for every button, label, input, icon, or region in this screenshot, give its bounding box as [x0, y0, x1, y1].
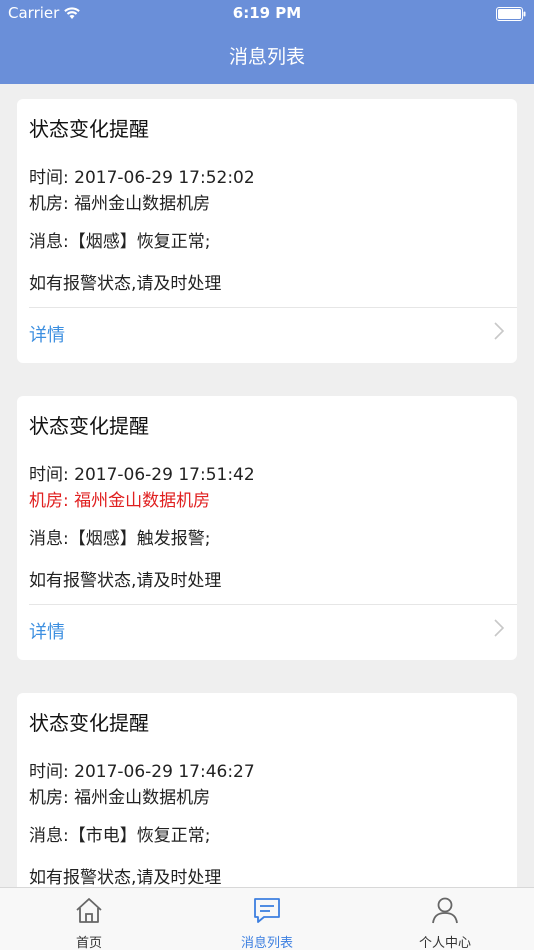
clock: 6:19 PM	[232, 4, 302, 22]
message-card[interactable]: 状态变化提醒 时间: 2017-06-29 17:52:02 机房: 福州金山数据机…	[17, 99, 517, 363]
message-label: 消息:	[29, 826, 69, 846]
message-content-row: 消息:【市电】恢复正常;	[29, 821, 210, 846]
status-bar: Carrier 6:19 PM	[0, 0, 534, 28]
message-room-row: 机房: 福州金山数据机房	[29, 486, 210, 511]
message-card[interactable]: 状态变化提醒 时间: 2017-06-29 17:46:27 机房: 福州金山数据机…	[17, 693, 517, 887]
battery-icon	[496, 7, 526, 21]
message-room-row: 机房: 福州金山数据机房	[29, 783, 210, 808]
detail-link[interactable]: 详情	[29, 618, 65, 644]
room-label: 机房:	[29, 491, 69, 511]
tab-profile[interactable]: 个人中心	[356, 888, 534, 950]
top-bar: Carrier 6:19 PM 消息列表	[0, 0, 534, 84]
message-time-row: 时间: 2017-06-29 17:46:27	[29, 757, 255, 782]
tab-home[interactable]: 首页	[0, 888, 178, 950]
chevron-right-icon[interactable]	[493, 321, 505, 341]
card-divider	[29, 604, 517, 605]
tab-home-label: 首页	[75, 936, 102, 950]
message-content-row: 消息:【烟感】触发报警;	[29, 524, 210, 549]
home-icon	[76, 898, 102, 923]
message-label: 消息:	[29, 232, 69, 252]
detail-link[interactable]: 详情	[29, 321, 65, 347]
message-content-row: 消息:【烟感】恢复正常;	[29, 227, 210, 252]
time-label: 时间:	[29, 168, 69, 188]
message-label: 消息:	[29, 529, 69, 549]
time-value: 2017-06-29 17:52:02	[74, 168, 255, 188]
message-time-row: 时间: 2017-06-29 17:51:42	[29, 460, 255, 485]
chevron-right-icon[interactable]	[493, 618, 505, 638]
message-title: 状态变化提醒	[29, 414, 149, 438]
tab-messages[interactable]: 消息列表	[178, 888, 356, 950]
message-notice: 如有报警状态,请及时处理	[29, 868, 222, 887]
message-list[interactable]: 状态变化提醒 时间: 2017-06-29 17:52:02 机房: 福州金山数据机…	[0, 84, 534, 887]
time-value: 2017-06-29 17:51:42	[74, 465, 255, 485]
message-card[interactable]: 状态变化提醒 时间: 2017-06-29 17:51:42 机房: 福州金山数据机…	[17, 396, 517, 660]
card-divider	[29, 307, 517, 308]
message-value: 【市电】恢复正常;	[68, 826, 211, 846]
message-value: 【烟感】恢复正常;	[68, 232, 211, 252]
message-room-row: 机房: 福州金山数据机房	[29, 189, 210, 214]
message-title: 状态变化提醒	[29, 117, 149, 141]
screen: Carrier 6:19 PM 消息列表 状态变化提醒 时间: 2017-06-2…	[0, 0, 534, 950]
page-title: 消息列表	[228, 46, 305, 68]
user-icon	[432, 897, 458, 924]
tab-bar: 首页 消息列表 个人中心	[0, 887, 534, 950]
message-title: 状态变化提醒	[29, 711, 149, 735]
message-icon	[254, 898, 280, 923]
room-value: 福州金山数据机房	[74, 788, 211, 808]
time-label: 时间:	[29, 762, 69, 782]
room-value: 福州金山数据机房	[74, 194, 211, 214]
time-value: 2017-06-29 17:46:27	[74, 762, 255, 782]
tab-messages-label: 消息列表	[240, 936, 293, 950]
message-value: 【烟感】触发报警;	[68, 529, 211, 549]
tab-profile-label: 个人中心	[418, 936, 471, 950]
room-value: 福州金山数据机房	[74, 491, 211, 511]
room-label: 机房:	[29, 788, 69, 808]
message-notice: 如有报警状态,请及时处理	[29, 274, 222, 294]
room-label: 机房:	[29, 194, 69, 214]
message-notice: 如有报警状态,请及时处理	[29, 571, 222, 591]
time-label: 时间:	[29, 465, 69, 485]
message-time-row: 时间: 2017-06-29 17:52:02	[29, 163, 255, 188]
